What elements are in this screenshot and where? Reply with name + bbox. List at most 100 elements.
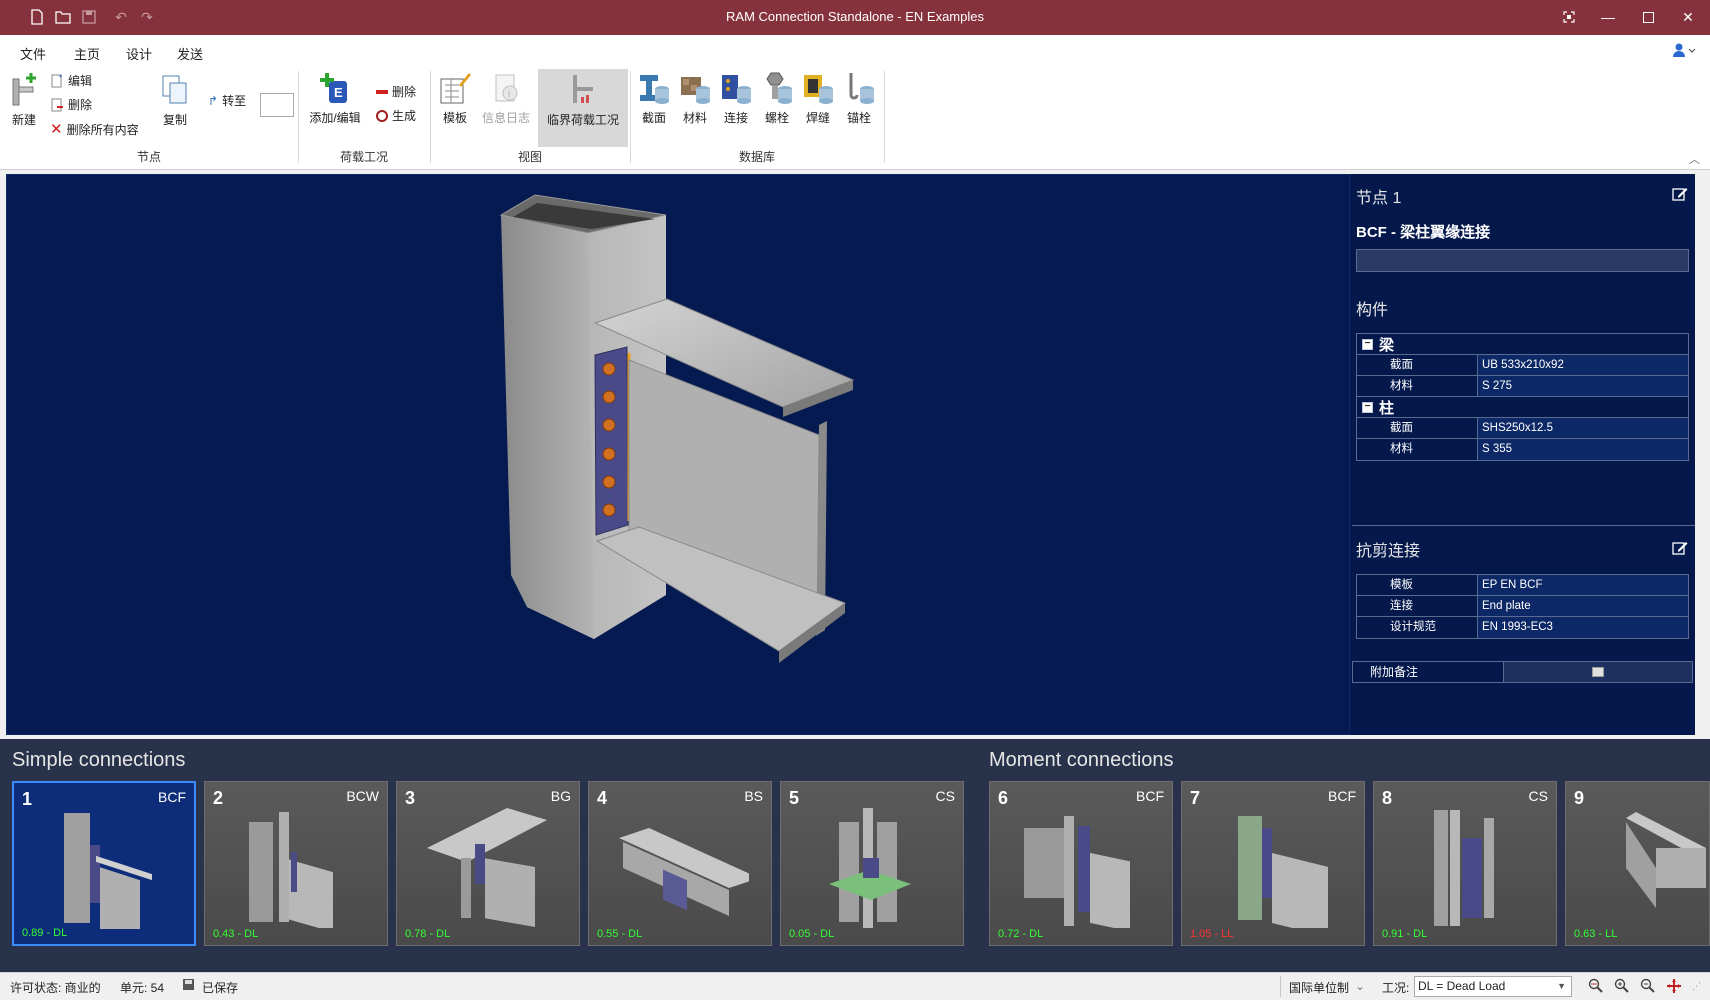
connection-description-field[interactable]	[1356, 249, 1689, 272]
collapse-icon[interactable]: −	[1362, 338, 1373, 350]
goto-node-input[interactable]	[260, 93, 294, 117]
card-number: 6	[998, 788, 1009, 808]
screen-capture-icon[interactable]	[1549, 4, 1589, 30]
new-node-icon	[12, 73, 36, 106]
add-edit-loads-button[interactable]: E 添加/编辑	[306, 71, 364, 126]
close-button[interactable]: ✕	[1668, 4, 1708, 30]
card-number: 2	[213, 788, 224, 808]
goto-icon: ↱	[208, 93, 219, 108]
user-account-icon[interactable]	[1672, 42, 1696, 61]
section-db-button[interactable]: 截面	[638, 71, 670, 126]
load-case-select[interactable]: DL = Dead Load ▼	[1414, 976, 1572, 997]
property-value[interactable]: UB 533x210x92	[1478, 355, 1688, 375]
chevron-down-icon[interactable]: ⌄	[1355, 979, 1365, 993]
property-key: 截面	[1357, 418, 1478, 438]
notes-button[interactable]	[1504, 662, 1692, 682]
property-row[interactable]: 截面 UB 533x210x92	[1357, 355, 1688, 376]
tab-design[interactable]: 设计	[126, 44, 152, 63]
window-title: RAM Connection Standalone - EN Examples	[726, 9, 984, 24]
minus-icon	[376, 89, 388, 94]
property-row[interactable]: 设计规范 EN 1993-EC3	[1357, 617, 1688, 638]
anchor-db-button[interactable]: 锚栓	[843, 71, 875, 126]
card-ratio: 0.05 - DL	[789, 928, 835, 940]
property-value[interactable]: S 355	[1478, 439, 1688, 460]
weld-db-button[interactable]: 焊缝	[802, 71, 834, 126]
load-case-value: DL = Dead Load	[1418, 979, 1506, 993]
material-db-button[interactable]: 材料	[679, 71, 711, 126]
delete-all-button[interactable]: ✕ 删除所有内容	[50, 120, 139, 138]
connection-card[interactable]: 5 CS 0.05 - DL	[780, 781, 964, 946]
panel-splitter[interactable]	[1352, 525, 1695, 526]
property-row[interactable]: 截面 SHS250x12.5	[1357, 418, 1688, 439]
property-row[interactable]: 模板 EP EN BCF	[1357, 575, 1688, 596]
connection-card[interactable]: 7 BCF 1.05 - LL	[1181, 781, 1365, 946]
column-group-label: 柱	[1379, 399, 1395, 417]
bcw-thumbnail	[249, 812, 333, 928]
maximize-button[interactable]	[1628, 4, 1668, 30]
connection-card[interactable]: 8 CS 0.91 - DL	[1373, 781, 1557, 946]
members-title: 构件	[1356, 302, 1389, 319]
notes-row[interactable]: 附加备注	[1352, 661, 1693, 683]
tab-file[interactable]: 文件	[20, 44, 46, 63]
license-status: 许可状态: 商业的	[10, 981, 101, 995]
card-type: CS	[935, 788, 955, 804]
tab-home[interactable]: 主页	[74, 44, 101, 67]
zoom-out-icon[interactable]	[1640, 978, 1656, 997]
edit-icon	[51, 74, 62, 87]
generate-loads-button[interactable]: 生成	[376, 107, 416, 124]
property-row[interactable]: 材料 S 275	[1357, 376, 1688, 397]
edit-shear-icon[interactable]	[1672, 540, 1688, 556]
minimize-button[interactable]: —	[1588, 4, 1628, 30]
card-ratio: 0.78 - DL	[405, 928, 451, 940]
connection-card[interactable]: 4 BS 0.55 - DL	[588, 781, 772, 946]
unit-system[interactable]: 国际单位制	[1289, 979, 1349, 996]
delete-load-button[interactable]: 删除	[376, 83, 416, 100]
load-case-icon: E	[320, 73, 347, 103]
delete-node-label: 删除	[68, 98, 93, 112]
card-ratio: 0.91 - DL	[1382, 928, 1428, 940]
connection-card[interactable]: 9 0.63 - LL	[1565, 781, 1710, 946]
goto-button[interactable]: ↱ 转至	[208, 92, 246, 109]
zoom-window-icon[interactable]	[1588, 978, 1604, 997]
connection-card[interactable]: 3 BG 0.78 - DL	[396, 781, 580, 946]
card-number: 5	[789, 788, 800, 808]
critical-load-button[interactable]: 临界荷载工况	[538, 69, 628, 147]
property-row[interactable]: 材料 S 355	[1357, 439, 1688, 460]
tab-send[interactable]: 发送	[177, 44, 203, 63]
info-log-button[interactable]: i 信息日志	[480, 71, 532, 126]
model-viewport[interactable]	[6, 174, 1350, 735]
property-value[interactable]: EP EN BCF	[1478, 575, 1688, 595]
copy-button[interactable]: 复制	[158, 73, 192, 128]
template-button[interactable]: 模板	[438, 71, 472, 126]
property-value[interactable]: S 275	[1478, 376, 1688, 396]
connection-db-button[interactable]: 连接	[720, 71, 752, 126]
property-value[interactable]: EN 1993-EC3	[1478, 617, 1688, 638]
connection-card[interactable]: 2 BCW 0.43 - DL	[204, 781, 388, 946]
property-row[interactable]: 连接 End plate	[1357, 596, 1688, 617]
shear-connection-title: 抗剪连接	[1356, 543, 1421, 560]
collapse-icon[interactable]: −	[1362, 401, 1373, 413]
edit-node-icon[interactable]	[1672, 186, 1688, 202]
new-node-button[interactable]: 新建	[8, 73, 40, 128]
collapse-ribbon-icon[interactable]: ︿	[1689, 151, 1700, 167]
bcf-thumbnail	[64, 813, 152, 929]
card-type: BCF	[1136, 788, 1164, 804]
connection-card[interactable]: 6 BCF 0.72 - DL	[989, 781, 1173, 946]
property-value[interactable]: SHS250x12.5	[1478, 418, 1688, 438]
zoom-in-icon[interactable]	[1614, 978, 1630, 997]
property-value[interactable]: End plate	[1478, 596, 1688, 616]
column-group[interactable]: − 柱	[1357, 397, 1688, 418]
card-ratio: 0.72 - DL	[998, 928, 1044, 940]
bolt-db-button[interactable]: 螺栓	[761, 71, 793, 126]
delete-node-button[interactable]: 删除	[50, 96, 92, 113]
resize-grip-icon[interactable]: ⋰	[1692, 981, 1701, 992]
info-log-icon: i	[495, 74, 518, 102]
card-ratio: 0.89 - DL	[22, 927, 68, 939]
connection-type-title: BCF - 梁柱翼缘连接	[1356, 224, 1491, 241]
pan-icon[interactable]	[1666, 978, 1682, 997]
database-group-label: 数据库	[738, 150, 775, 164]
beam-group[interactable]: − 梁	[1357, 334, 1688, 355]
edit-node-button[interactable]: 编辑	[50, 72, 92, 89]
connection-card[interactable]: 1 BCF 0.89 - DL	[12, 781, 196, 946]
ribbon: 新建 编辑 删除 ✕ 删除所有内容 复制 ↱ 转至 节点 E 添加/编辑 删除 …	[0, 65, 1710, 170]
